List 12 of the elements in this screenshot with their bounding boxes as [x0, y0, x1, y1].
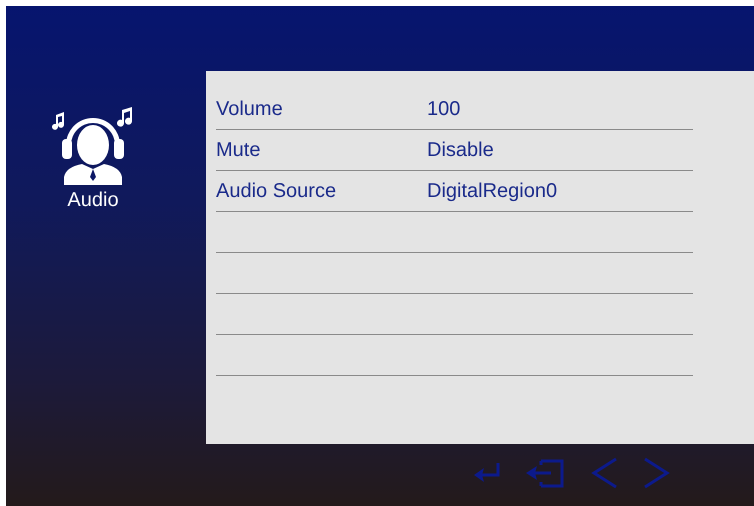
exit-icon — [525, 457, 565, 489]
sidebar-label: Audio — [67, 189, 119, 212]
setting-label: Volume — [216, 98, 284, 120]
chevron-right-icon — [642, 457, 670, 489]
chevron-left-icon — [591, 457, 619, 489]
setting-value[interactable]: DigitalRegion0 — [427, 180, 558, 202]
setting-value[interactable]: Disable — [427, 138, 494, 162]
setting-value[interactable]: 100 — [427, 98, 460, 120]
return-arrow-icon — [472, 461, 502, 485]
setting-label: Audio Source — [216, 180, 338, 202]
setting-label: Mute — [216, 138, 262, 162]
sidebar-item[interactable]: Audio — [33, 107, 153, 212]
